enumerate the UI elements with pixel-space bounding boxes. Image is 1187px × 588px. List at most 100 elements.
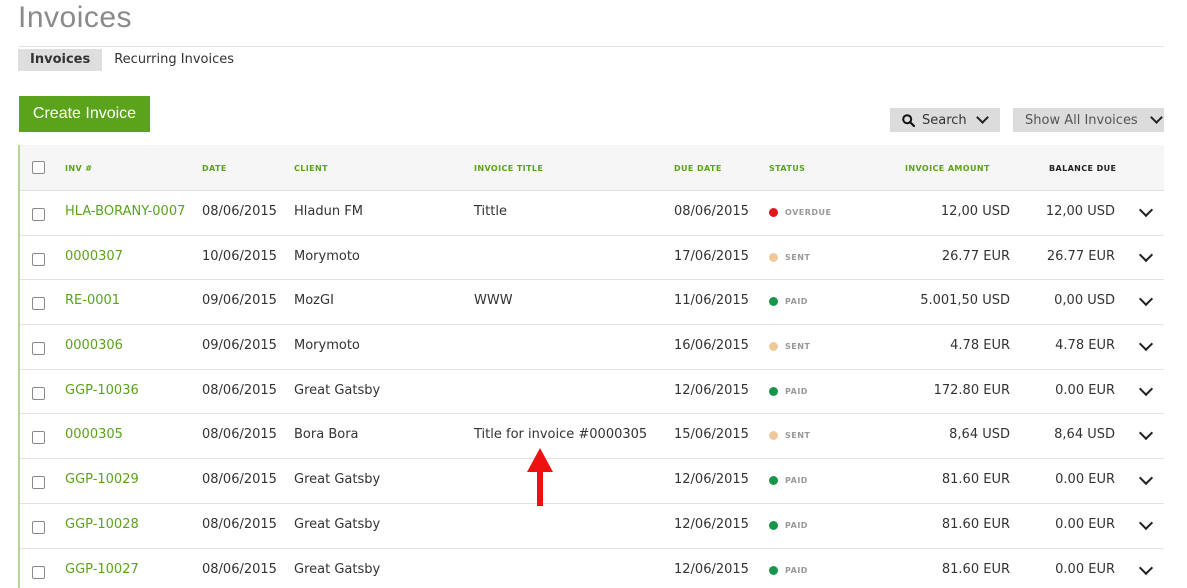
invoice-number-link[interactable]: GGP-10028 bbox=[65, 517, 139, 532]
search-icon bbox=[902, 113, 915, 127]
select-all-checkbox[interactable] bbox=[32, 161, 45, 174]
row-checkbox[interactable] bbox=[32, 520, 45, 534]
balance-due: 0.00 EUR bbox=[1055, 472, 1115, 488]
chevron-down-icon[interactable] bbox=[1138, 381, 1154, 396]
status-badge: PAID bbox=[769, 297, 808, 307]
status-badge: PAID bbox=[769, 476, 808, 486]
due-date: 11/06/2015 bbox=[674, 293, 749, 309]
chevron-down-icon[interactable] bbox=[1138, 426, 1154, 441]
balance-due: 4.78 EUR bbox=[1055, 338, 1115, 354]
status-dot-icon bbox=[769, 386, 778, 396]
due-date: 12/06/2015 bbox=[674, 516, 749, 532]
status-badge: PAID bbox=[769, 386, 808, 396]
balance-due: 0.00 EUR bbox=[1055, 516, 1115, 532]
header-invoice-amount[interactable]: INVOICE AMOUNT bbox=[905, 164, 990, 173]
invoice-amount: 8,64 USD bbox=[949, 427, 1010, 443]
status-label: PAID bbox=[785, 297, 808, 307]
invoice-number-link[interactable]: GGP-10027 bbox=[65, 562, 139, 577]
invoice-number-link[interactable]: 0000305 bbox=[65, 427, 123, 442]
table-row[interactable]: GGP-10036 08/06/2015 Great Gatsby 12/06/201… bbox=[20, 370, 1164, 415]
filter-label: Show All Invoices bbox=[1025, 112, 1138, 128]
invoice-amount: 12,00 USD bbox=[940, 204, 1010, 219]
chevron-down-icon[interactable] bbox=[1138, 202, 1154, 218]
row-checkbox[interactable] bbox=[32, 297, 45, 311]
invoice-amount: 81.60 EUR bbox=[941, 516, 1010, 532]
invoice-title: Tittle bbox=[474, 204, 507, 219]
row-checkbox[interactable] bbox=[32, 431, 45, 445]
table-row[interactable]: GGP-10029 08/06/2015 Great Gatsby 12/06/201… bbox=[20, 459, 1164, 504]
invoice-date: 08/06/2015 bbox=[202, 382, 277, 398]
table-row[interactable]: 0000307 10/06/2015 Morymoto 17/06/2015 SENT 2… bbox=[20, 236, 1164, 281]
status-dot-icon bbox=[769, 252, 778, 262]
table-row[interactable]: HLA-BORANY-0007 08/06/2015 Hladun FM Tittle… bbox=[20, 191, 1164, 236]
client-name: Morymoto bbox=[294, 248, 360, 264]
status-label: PAID bbox=[785, 565, 808, 575]
table-body: HLA-BORANY-0007 08/06/2015 Hladun FM Tittle… bbox=[20, 191, 1164, 588]
chevron-down-icon[interactable] bbox=[1138, 247, 1154, 262]
row-checkbox[interactable] bbox=[32, 476, 45, 490]
status-dot-icon bbox=[769, 208, 778, 217]
header-invoice-title[interactable]: INVOICE TITLE bbox=[474, 164, 543, 173]
tab-recurring-invoices[interactable]: Recurring Invoices bbox=[102, 49, 246, 71]
chevron-down-icon[interactable] bbox=[1138, 515, 1154, 530]
create-invoice-button[interactable]: Create Invoice bbox=[19, 96, 150, 132]
invoice-amount: 5.001,50 USD bbox=[920, 293, 1010, 309]
client-name: Great Gatsby bbox=[294, 561, 381, 577]
due-date: 12/06/2015 bbox=[674, 382, 749, 398]
invoice-number-link[interactable]: 0000306 bbox=[65, 338, 123, 353]
chevron-down-icon[interactable] bbox=[1138, 336, 1154, 352]
client-name: Hladun FM bbox=[294, 204, 363, 219]
search-button[interactable]: Search bbox=[890, 108, 1000, 132]
header-client[interactable]: CLIENT bbox=[294, 164, 328, 173]
invoice-number-link[interactable]: GGP-10029 bbox=[65, 472, 139, 487]
client-name: Great Gatsby bbox=[294, 382, 381, 398]
show-all-invoices-dropdown[interactable]: Show All Invoices bbox=[1013, 108, 1164, 132]
chevron-down-icon[interactable] bbox=[1138, 471, 1154, 486]
invoice-amount: 4.78 EUR bbox=[950, 338, 1010, 354]
balance-due: 26.77 EUR bbox=[1046, 248, 1115, 264]
status-badge: SENT bbox=[769, 342, 810, 352]
client-name: Morymoto bbox=[294, 338, 360, 354]
balance-due: 0.00 EUR bbox=[1055, 382, 1115, 398]
row-checkbox[interactable] bbox=[32, 342, 45, 356]
invoice-date: 08/06/2015 bbox=[202, 472, 277, 488]
table-row[interactable]: GGP-10028 08/06/2015 Great Gatsby 12/06/201… bbox=[20, 504, 1164, 549]
table-row[interactable]: RE-0001 09/06/2015 MozGI WWW 11/06/2015 PAID 5… bbox=[20, 280, 1164, 326]
invoice-number-link[interactable]: 0000307 bbox=[65, 249, 123, 264]
invoice-number-link[interactable]: HLA-BORANY-0007 bbox=[65, 204, 185, 219]
status-label: OVERDUE bbox=[785, 208, 832, 217]
invoice-date: 09/06/2015 bbox=[202, 293, 277, 309]
invoice-number-link[interactable]: GGP-10036 bbox=[65, 383, 139, 398]
row-checkbox[interactable] bbox=[32, 208, 45, 221]
chevron-down-icon[interactable] bbox=[1138, 560, 1154, 575]
tab-bar: Invoices Recurring Invoices bbox=[18, 49, 246, 71]
table-row[interactable]: 0000305 08/06/2015 Bora Bora Title for invo… bbox=[20, 414, 1164, 460]
search-label: Search bbox=[922, 112, 967, 128]
header-due-date[interactable]: DUE DATE bbox=[674, 164, 722, 173]
annotation-arrow-icon bbox=[527, 448, 553, 506]
table-row[interactable]: 0000306 09/06/2015 Morymoto 16/06/2015 SENT 4… bbox=[20, 325, 1164, 370]
tab-invoices[interactable]: Invoices bbox=[18, 49, 103, 71]
row-checkbox[interactable] bbox=[32, 386, 45, 400]
status-badge: OVERDUE bbox=[769, 208, 832, 217]
status-dot-icon bbox=[769, 476, 778, 486]
due-date: 17/06/2015 bbox=[674, 248, 749, 264]
invoice-amount: 172.80 EUR bbox=[933, 382, 1010, 398]
client-name: MozGI bbox=[294, 293, 334, 309]
chevron-down-icon[interactable] bbox=[1138, 292, 1154, 307]
header-status[interactable]: STATUS bbox=[769, 164, 805, 173]
header-balance-due[interactable]: BALANCE DUE bbox=[1049, 164, 1116, 173]
status-label: PAID bbox=[785, 520, 808, 530]
invoice-number-link[interactable]: RE-0001 bbox=[65, 293, 120, 308]
status-dot-icon bbox=[769, 431, 778, 441]
header-inv[interactable]: INV # bbox=[65, 164, 92, 173]
invoice-title: WWW bbox=[474, 293, 513, 309]
row-checkbox[interactable] bbox=[32, 565, 45, 579]
invoice-date: 09/06/2015 bbox=[202, 338, 277, 354]
invoice-date: 10/06/2015 bbox=[202, 248, 277, 264]
due-date: 08/06/2015 bbox=[674, 204, 749, 219]
header-date[interactable]: DATE bbox=[202, 164, 227, 173]
row-checkbox[interactable] bbox=[32, 252, 45, 266]
table-row[interactable]: GGP-10027 08/06/2015 Great Gatsby 12/06/201… bbox=[20, 549, 1164, 588]
due-date: 15/06/2015 bbox=[674, 427, 749, 443]
